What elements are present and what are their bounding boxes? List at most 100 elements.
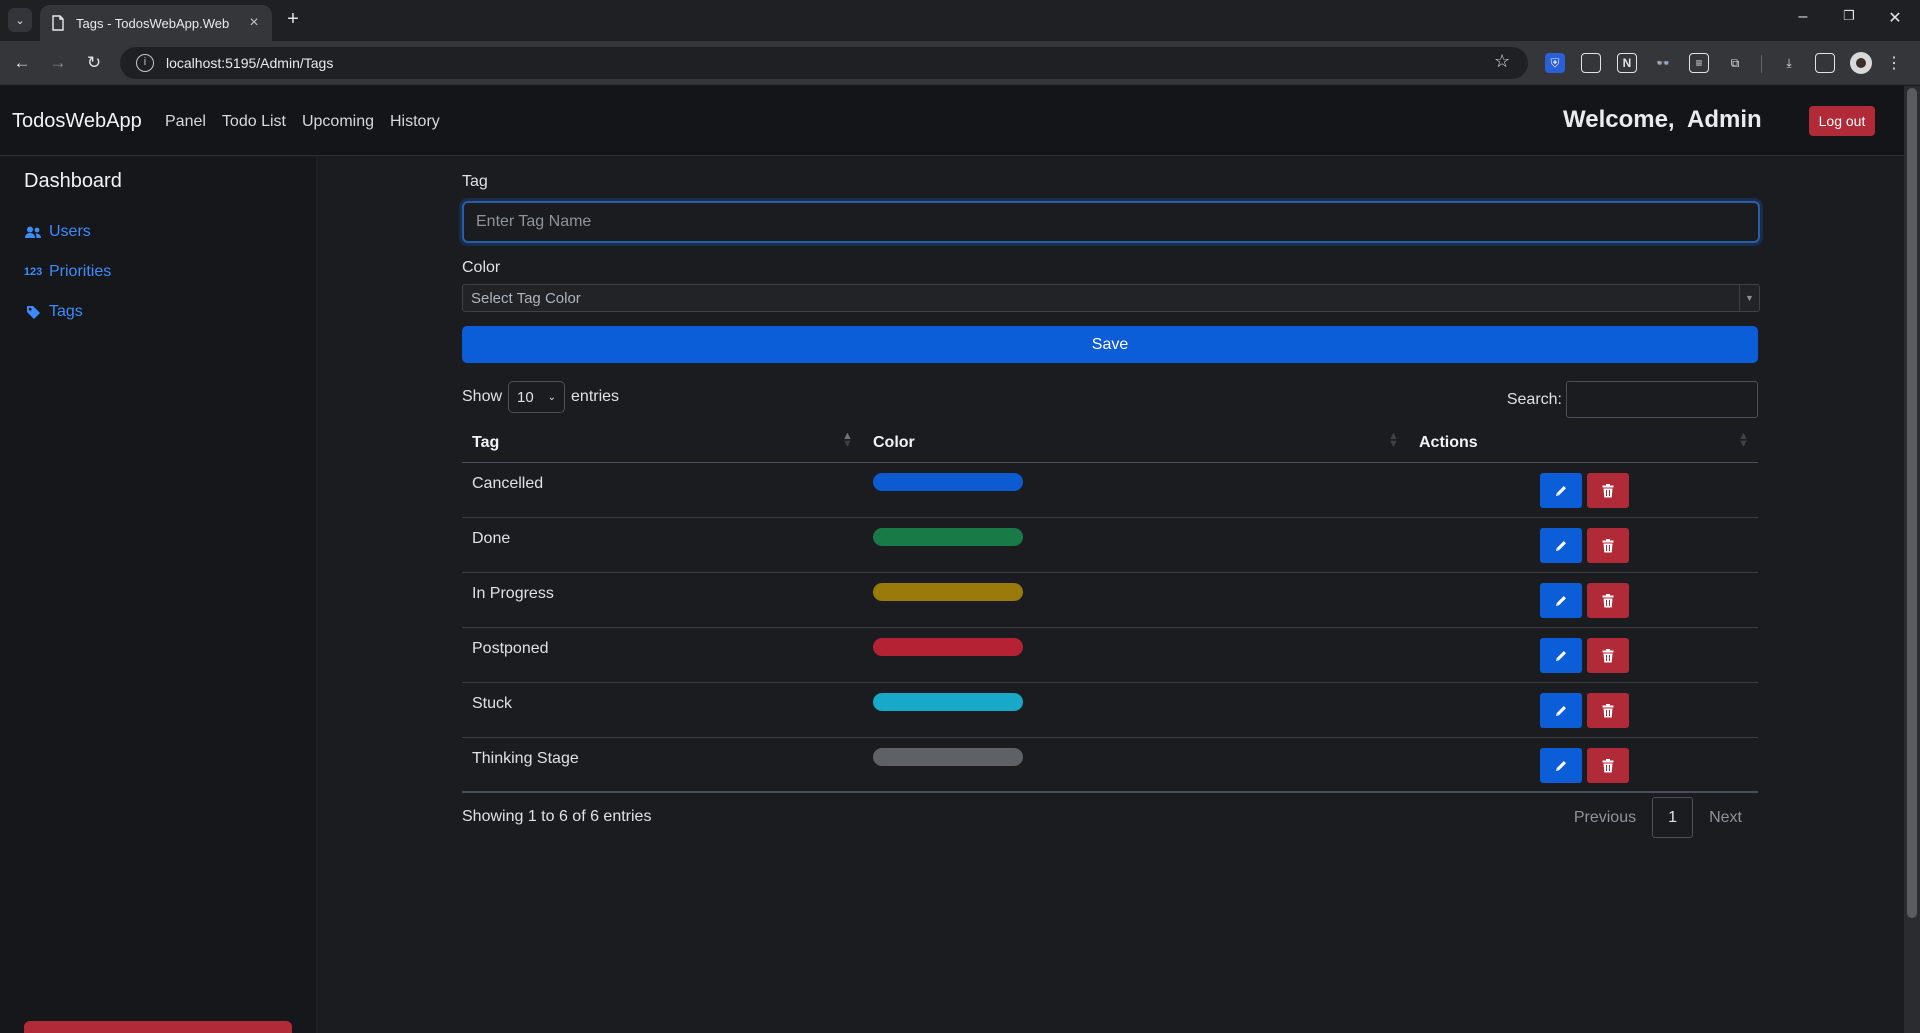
side-panel-icon[interactable] xyxy=(1815,53,1835,73)
logout-button[interactable]: Log out xyxy=(1809,106,1875,136)
column-header-actions[interactable]: Actions xyxy=(1419,434,1478,452)
color-swatch xyxy=(873,583,1023,601)
trash-icon xyxy=(1602,758,1614,773)
pencil-icon xyxy=(1554,649,1568,663)
edit-button[interactable] xyxy=(1540,528,1582,563)
table-search: Search: xyxy=(1507,381,1758,418)
web-page: TodosWebApp Panel Todo List Upcoming His… xyxy=(0,86,1904,1033)
pencil-icon xyxy=(1554,539,1568,553)
extensions-puzzle-icon[interactable]: ⧉ xyxy=(1725,53,1745,73)
save-button[interactable]: Save xyxy=(462,326,1758,363)
previous-button[interactable]: Previous xyxy=(1558,809,1652,827)
browser-tab[interactable]: Tags - TodosWebApp.Web × xyxy=(40,5,272,41)
close-window-icon[interactable]: ✕ xyxy=(1880,8,1910,32)
nav-link-history[interactable]: History xyxy=(390,113,440,131)
sidebar-item-tags[interactable]: Tags xyxy=(24,303,83,321)
page-scrollbar[interactable] xyxy=(1904,86,1920,1033)
search-label: Search: xyxy=(1506,390,1562,408)
sort-icon[interactable]: ▲ ▼ xyxy=(1388,431,1399,450)
profile-avatar[interactable] xyxy=(1850,52,1872,74)
entries-label: entries xyxy=(571,388,620,405)
table-row: Stuck xyxy=(462,683,1758,738)
reader-extension-icon[interactable]: ≡ xyxy=(1689,53,1709,73)
bookmark-star-icon[interactable]: ☆ xyxy=(1494,51,1510,72)
tag-name-cell: Thinking Stage xyxy=(472,750,579,767)
glasses-extension-icon[interactable]: 👓 xyxy=(1653,53,1673,73)
tag-name-cell: Postponed xyxy=(472,640,549,657)
reload-icon[interactable]: ↻ xyxy=(82,51,106,75)
edit-button[interactable] xyxy=(1540,473,1582,508)
restore-icon[interactable]: ❐ xyxy=(1834,8,1864,32)
delete-button[interactable] xyxy=(1587,748,1629,783)
table-row: Done xyxy=(462,518,1758,573)
sidebar-item-label: Priorities xyxy=(49,263,112,280)
tag-color-select[interactable]: Select Tag Color ▼ xyxy=(462,284,1760,312)
back-icon[interactable]: ← xyxy=(10,51,34,75)
nav-link-upcoming[interactable]: Upcoming xyxy=(302,113,374,131)
users-icon xyxy=(24,226,42,239)
page-length-select[interactable]: 10 ⌄ xyxy=(508,381,566,413)
delete-button[interactable] xyxy=(1587,638,1629,673)
forward-icon[interactable]: → xyxy=(46,51,70,75)
pencil-icon xyxy=(1554,594,1568,608)
edit-button[interactable] xyxy=(1540,583,1582,618)
table-body: Cancelled Done In Progress Postponed Stuck Th… xyxy=(462,463,1758,793)
tags-table: Tag ▲ ▼ Color ▲ ▼ Actions ▲ ▼ Cancelled Done… xyxy=(462,423,1758,793)
table-row: Cancelled xyxy=(462,463,1758,518)
trash-icon xyxy=(1602,538,1614,553)
nav-link-panel[interactable]: Panel xyxy=(165,113,206,131)
numbers-123-icon: 123 xyxy=(23,266,43,278)
sidebar: Dashboard Users 123 Priorities Tags xyxy=(0,157,317,1033)
sidebar-item-users[interactable]: Users xyxy=(24,223,91,241)
browser-menu-icon[interactable]: ⋮ xyxy=(1884,53,1904,73)
edit-button[interactable] xyxy=(1540,693,1582,728)
address-bar[interactable]: i localhost:5195/Admin/Tags xyxy=(120,47,1528,79)
sort-icon[interactable]: ▲ ▼ xyxy=(1738,431,1749,450)
sidebar-bottom-bar[interactable] xyxy=(24,1021,292,1033)
sidebar-item-label: Users xyxy=(49,223,91,240)
pencil-icon xyxy=(1554,484,1568,498)
tab-title: Tags - TodosWebApp.Web xyxy=(76,15,230,31)
delete-button[interactable] xyxy=(1587,693,1629,728)
sidebar-item-priorities[interactable]: 123 Priorities xyxy=(24,263,111,281)
window-extension-icon[interactable] xyxy=(1581,53,1601,73)
table-row: Thinking Stage xyxy=(462,738,1758,793)
notion-extension-icon[interactable]: N xyxy=(1617,53,1637,73)
sidebar-item-label: Tags xyxy=(49,303,83,320)
edit-button[interactable] xyxy=(1540,638,1582,673)
color-swatch xyxy=(873,748,1023,766)
scrollbar-thumb[interactable] xyxy=(1907,88,1917,918)
column-header-color[interactable]: Color xyxy=(873,434,915,452)
new-tab-button[interactable]: + xyxy=(282,9,304,31)
sort-ascending-icon[interactable]: ▲ ▼ xyxy=(842,431,853,450)
edit-button[interactable] xyxy=(1540,748,1582,783)
shield-extension-icon[interactable]: ⛨ xyxy=(1545,53,1565,73)
tab-close-icon[interactable]: × xyxy=(246,14,262,32)
tag-name-cell: Cancelled xyxy=(472,475,544,492)
search-input[interactable] xyxy=(1566,381,1758,418)
brand-link[interactable]: TodosWebApp xyxy=(12,110,142,133)
color-swatch xyxy=(873,693,1023,711)
tab-search-button[interactable]: ⌄ xyxy=(8,8,32,32)
delete-button[interactable] xyxy=(1587,473,1629,508)
column-header-tag[interactable]: Tag xyxy=(472,434,499,452)
url-text: localhost:5195/Admin/Tags xyxy=(166,55,334,71)
sidebar-title: Dashboard xyxy=(24,170,122,192)
delete-button[interactable] xyxy=(1587,528,1629,563)
page-favicon-icon xyxy=(50,15,66,31)
delete-button[interactable] xyxy=(1587,583,1629,618)
table-row: In Progress xyxy=(462,573,1758,628)
nav-link-todo-list[interactable]: Todo List xyxy=(222,113,286,131)
color-swatch xyxy=(873,473,1023,491)
pencil-icon xyxy=(1554,759,1568,773)
welcome-message: Welcome, Admin xyxy=(1563,106,1762,133)
page-button[interactable]: 1 xyxy=(1652,797,1694,838)
tag-name-input[interactable]: Enter Tag Name xyxy=(462,201,1760,243)
minimize-icon[interactable]: – xyxy=(1788,8,1818,32)
next-button[interactable]: Next xyxy=(1693,809,1758,827)
tag-icon xyxy=(24,305,42,320)
site-info-icon[interactable]: i xyxy=(136,54,154,72)
table-info: Showing 1 to 6 of 6 entries xyxy=(462,808,652,825)
download-icon[interactable]: ⤓ xyxy=(1779,53,1799,73)
pagination: Previous 1 Next xyxy=(1558,797,1758,838)
